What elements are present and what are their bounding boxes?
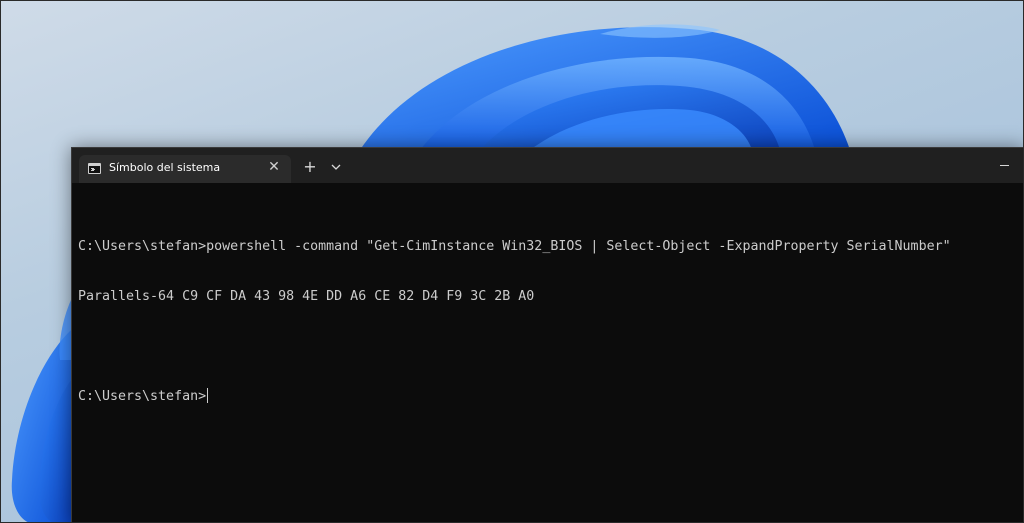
tab-command-prompt[interactable]: Símbolo del sistema ✕ xyxy=(79,155,291,183)
command-line: C:\Users\stefan>powershell -command "Get… xyxy=(78,239,951,254)
prompt-text: C:\Users\stefan> xyxy=(78,388,207,404)
text-cursor xyxy=(207,387,209,403)
title-bar[interactable]: Símbolo del sistema ✕ + xyxy=(72,148,1024,183)
desktop: Símbolo del sistema ✕ + C:\Users\stefan>… xyxy=(0,0,1024,523)
close-icon[interactable]: ✕ xyxy=(265,158,283,176)
console-output[interactable]: C:\Users\stefan>powershell -command "Get… xyxy=(78,206,951,437)
output-line: Parallels-64 C9 CF DA 43 98 4E DD A6 CE … xyxy=(78,288,535,304)
new-tab-button[interactable]: + xyxy=(300,157,320,177)
tab-title: Símbolo del sistema xyxy=(109,161,221,174)
chevron-down-icon[interactable] xyxy=(327,158,345,176)
minimize-button[interactable] xyxy=(992,156,1016,174)
terminal-window[interactable]: Símbolo del sistema ✕ + C:\Users\stefan>… xyxy=(71,147,1024,523)
command-prompt-icon xyxy=(88,163,101,174)
prompt-line[interactable]: C:\Users\stefan> xyxy=(78,387,951,405)
